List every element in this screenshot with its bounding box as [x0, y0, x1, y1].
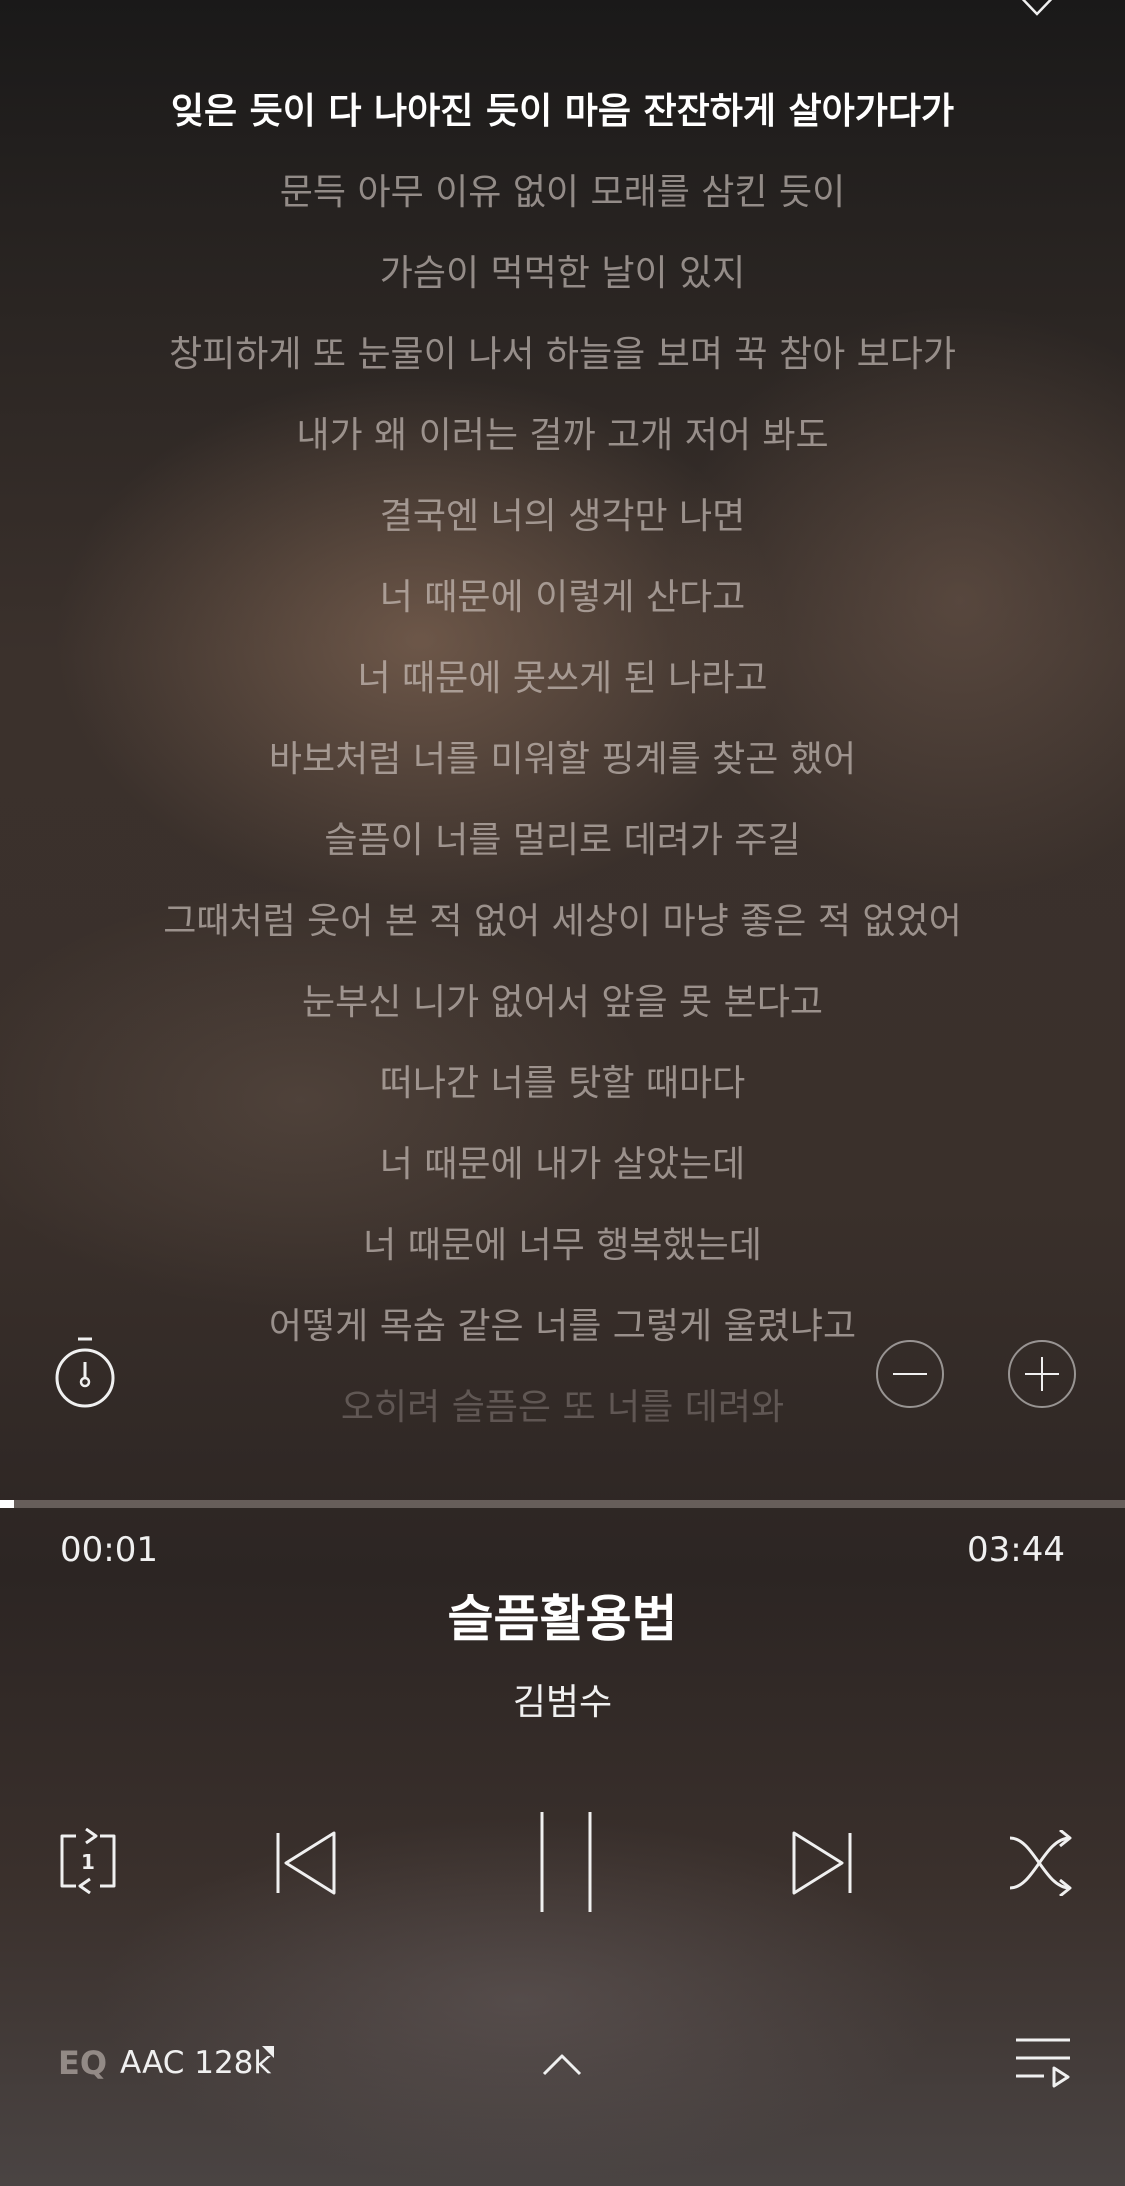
lyric-line[interactable]: 가슴이 먹먹한 날이 있지	[0, 250, 1125, 298]
progress-fill	[0, 1500, 14, 1508]
chevron-up-icon[interactable]	[542, 2052, 582, 2076]
minus-circle-icon[interactable]	[876, 1340, 944, 1408]
lyric-line[interactable]: 그때처럼 웃어 본 적 없어 세상이 마냥 좋은 적 없었어	[0, 898, 1125, 946]
pause-icon[interactable]	[536, 1810, 596, 1914]
eq-button[interactable]: EQ	[58, 2043, 107, 2083]
elapsed-time: 00:01	[60, 1530, 158, 1570]
playlist-icon[interactable]	[1014, 2036, 1072, 2088]
repeat-one-icon[interactable]: 1	[56, 1828, 120, 1894]
lyric-line[interactable]: 떠나간 너를 탓할 때마다	[0, 1060, 1125, 1108]
lyrics-panel[interactable]: 잊은 듯이 다 나아진 듯이 마음 잔잔하게 살아가다가 문득 아무 이유 없이…	[0, 0, 1125, 1470]
artist-name[interactable]: 김범수	[0, 1680, 1125, 1726]
lyric-line-current[interactable]: 잊은 듯이 다 나아진 듯이 마음 잔잔하게 살아가다가	[0, 88, 1125, 136]
lyric-line[interactable]: 결국엔 너의 생각만 나면	[0, 493, 1125, 541]
lyric-line[interactable]: 오히려 슬픔은 또 너를 데려와	[0, 1384, 1125, 1432]
lyric-line[interactable]: 문득 아무 이유 없이 모래를 삼킨 듯이	[0, 169, 1125, 217]
dropdown-corner-icon	[262, 2046, 274, 2058]
lyric-line[interactable]: 너 때문에 내가 살았는데	[0, 1141, 1125, 1189]
repeat-one-badge: 1	[81, 1850, 95, 1874]
progress-bar[interactable]	[0, 1500, 1125, 1508]
lyric-line[interactable]: 너 때문에 못쓰게 된 나라고	[0, 655, 1125, 703]
total-time: 03:44	[967, 1530, 1065, 1570]
lyric-line[interactable]: 너 때문에 이렇게 산다고	[0, 574, 1125, 622]
lyric-line[interactable]: 창피하게 또 눈물이 나서 하늘을 보며 꾹 참아 보다가	[0, 331, 1125, 379]
song-title[interactable]: 슬픔활용법	[0, 1586, 1125, 1652]
lyric-line[interactable]: 너 때문에 너무 행복했는데	[0, 1222, 1125, 1270]
audio-quality-button[interactable]: AAC 128k	[120, 2043, 271, 2083]
skip-previous-icon[interactable]	[272, 1830, 338, 1896]
shuffle-icon[interactable]	[1008, 1830, 1074, 1896]
lyric-line[interactable]: 눈부신 니가 없어서 앞을 못 본다고	[0, 979, 1125, 1027]
plus-circle-icon[interactable]	[1008, 1340, 1076, 1408]
sleep-timer-icon[interactable]	[52, 1336, 118, 1410]
lyric-line[interactable]: 슬픔이 너를 멀리로 데려가 주길	[0, 817, 1125, 865]
lyric-line[interactable]: 어떻게 목숨 같은 너를 그렇게 울렸냐고	[0, 1303, 1125, 1351]
skip-next-icon[interactable]	[790, 1830, 856, 1896]
lyric-line[interactable]: 내가 왜 이러는 걸까 고개 저어 봐도	[0, 412, 1125, 460]
lyric-line[interactable]: 바보처럼 너를 미워할 핑계를 찾곤 했어	[0, 736, 1125, 784]
